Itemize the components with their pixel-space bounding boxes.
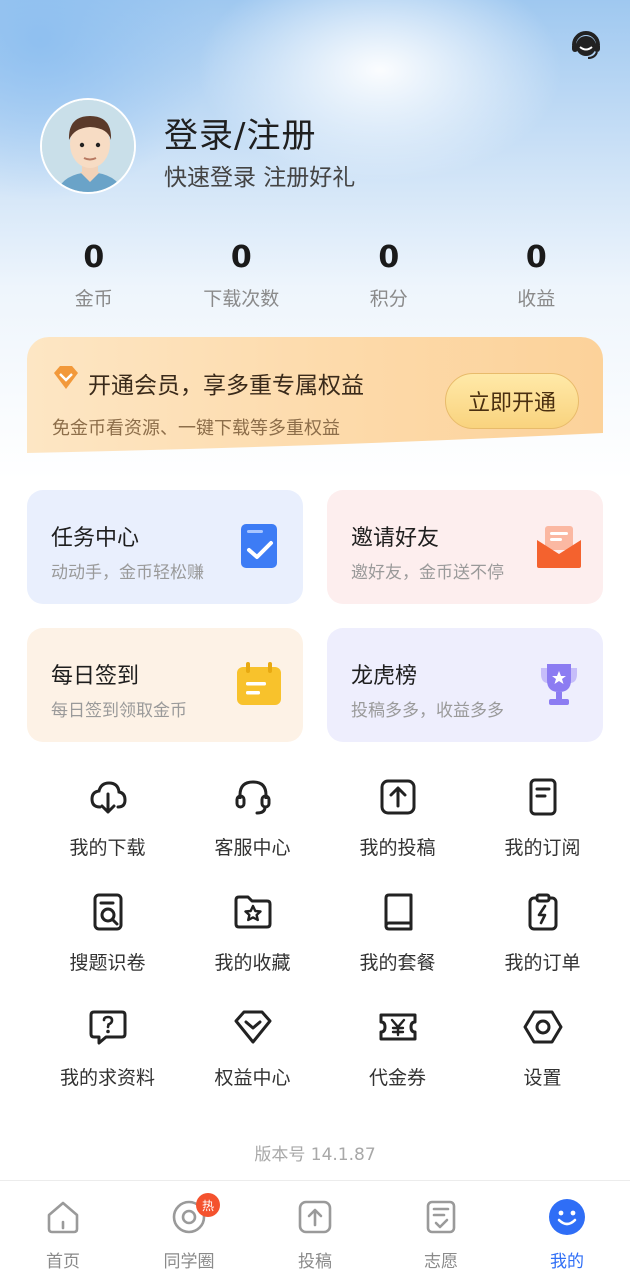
upload-icon xyxy=(380,779,415,815)
card-subtitle: 动动手，金币轻松赚 xyxy=(51,563,204,583)
tab-label: 投稿 xyxy=(298,1252,332,1272)
envelope-icon xyxy=(537,526,581,568)
stat-value: 0 xyxy=(525,240,547,275)
vip-subtitle: 免金币看资源、一键下载等多重权益 xyxy=(52,418,340,439)
stat-points[interactable]: 0 积分 xyxy=(315,240,463,311)
card-subtitle: 投稿多多，收益多多 xyxy=(351,701,504,721)
stat-earnings[interactable]: 0 收益 xyxy=(463,240,611,311)
login-title[interactable]: 登录/注册 xyxy=(164,108,316,157)
stat-value: 0 xyxy=(378,240,400,275)
menu-label: 我的套餐 xyxy=(359,952,436,974)
stat-downloads[interactable]: 0 下载次数 xyxy=(168,240,316,311)
menu-label: 我的订阅 xyxy=(504,837,581,859)
checklist-icon xyxy=(426,1200,456,1234)
card-title: 任务中心 xyxy=(51,526,140,551)
yen-ticket-icon xyxy=(379,1013,416,1041)
clipboard-bolt-icon xyxy=(528,893,557,931)
diamond-outline-icon xyxy=(234,1010,271,1044)
diamond-icon xyxy=(54,366,78,389)
menu-label: 我的收藏 xyxy=(214,952,291,974)
headset-icon xyxy=(235,780,270,815)
document-icon xyxy=(529,778,556,816)
menu-my-downloads[interactable]: 我的下载 xyxy=(35,775,180,860)
folder-star-icon xyxy=(234,895,271,929)
card-title: 龙虎榜 xyxy=(351,664,418,689)
doc-search-icon xyxy=(93,893,122,931)
cloud-download-icon xyxy=(89,781,127,814)
stat-label: 收益 xyxy=(517,288,556,310)
version-text: 版本号 14.1.87 xyxy=(254,1145,376,1165)
tab-home[interactable]: 首页 xyxy=(0,1181,126,1280)
trophy-icon xyxy=(541,664,577,705)
menu-label: 客服中心 xyxy=(214,837,291,859)
calendar-icon xyxy=(237,662,281,705)
tab-label: 同学圈 xyxy=(163,1252,215,1272)
card-subtitle: 邀好友，金币送不停 xyxy=(351,563,504,583)
card-title: 每日签到 xyxy=(51,664,140,689)
tab-mine[interactable]: 我的 xyxy=(504,1181,630,1280)
stat-coins[interactable]: 0 金币 xyxy=(20,240,168,311)
menu-label: 代金券 xyxy=(368,1067,426,1089)
menu-request-materials[interactable]: 我的求资料 xyxy=(35,1005,180,1090)
vip-title: 开通会员，享多重专属权益 xyxy=(88,373,364,399)
card-invite-friends[interactable]: 邀请好友 邀好友，金币送不停 xyxy=(327,490,603,604)
menu-my-submissions[interactable]: 我的投稿 xyxy=(325,775,470,860)
tab-submit[interactable]: 投稿 xyxy=(252,1181,378,1280)
menu-search-questions[interactable]: 搜题识卷 xyxy=(35,890,180,975)
settings-icon xyxy=(523,1010,562,1044)
menu-my-orders[interactable]: 我的订单 xyxy=(470,890,615,975)
tab-volunteer[interactable]: 志愿 xyxy=(378,1181,504,1280)
avatar-man-icon xyxy=(42,100,134,192)
menu-my-subscriptions[interactable]: 我的订阅 xyxy=(470,775,615,860)
login-subtitle: 快速登录 注册好礼 xyxy=(164,165,356,191)
card-daily-checkin[interactable]: 每日签到 每日签到领取金币 xyxy=(27,628,303,742)
tab-classmates[interactable]: 热 同学圈 xyxy=(126,1181,252,1280)
menu-label: 我的下载 xyxy=(69,837,146,859)
menu-label: 权益中心 xyxy=(214,1067,291,1089)
menu-grid: 我的下载 客服中心 我的投稿 我的订阅 搜题识卷 我的收藏 我的套餐 我的订单 … xyxy=(35,775,615,1090)
card-leaderboard[interactable]: 龙虎榜 投稿多多，收益多多 xyxy=(327,628,603,742)
stats-row: 0 金币 0 下载次数 0 积分 0 收益 xyxy=(20,240,610,311)
menu-label: 搜题识卷 xyxy=(69,952,146,974)
tab-label: 志愿 xyxy=(424,1252,458,1272)
tab-label: 首页 xyxy=(46,1252,80,1272)
support-button[interactable] xyxy=(568,26,604,62)
headset-icon xyxy=(572,31,600,59)
smile-icon xyxy=(549,1199,585,1235)
menu-settings[interactable]: 设置 xyxy=(470,1005,615,1090)
home-icon xyxy=(47,1201,79,1234)
tab-label: 我的 xyxy=(550,1252,584,1272)
menu-label: 设置 xyxy=(523,1067,562,1089)
menu-vouchers[interactable]: 代金券 xyxy=(325,1005,470,1090)
avatar[interactable] xyxy=(40,98,136,194)
menu-my-packages[interactable]: 我的套餐 xyxy=(325,890,470,975)
vip-open-button[interactable]: 立即开通 xyxy=(445,373,579,429)
menu-customer-service[interactable]: 客服中心 xyxy=(180,775,325,860)
task-check-icon xyxy=(241,524,277,568)
bottom-tab-bar: 首页 热 同学圈 投稿 志愿 我的 xyxy=(0,1180,630,1280)
menu-label: 我的订单 xyxy=(504,952,581,974)
stat-value: 0 xyxy=(230,240,252,275)
hot-badge: 热 xyxy=(196,1193,220,1217)
upload-square-icon xyxy=(298,1200,332,1234)
card-subtitle: 每日签到领取金币 xyxy=(51,701,187,721)
menu-benefits-center[interactable]: 权益中心 xyxy=(180,1005,325,1090)
stat-label: 下载次数 xyxy=(203,288,280,310)
menu-my-favorites[interactable]: 我的收藏 xyxy=(180,890,325,975)
stat-label: 积分 xyxy=(369,288,408,310)
menu-label: 我的求资料 xyxy=(59,1067,155,1089)
card-title: 邀请好友 xyxy=(351,526,440,551)
question-bubble-icon xyxy=(89,1010,126,1045)
card-task-center[interactable]: 任务中心 动动手，金币轻松赚 xyxy=(27,490,303,604)
stat-label: 金币 xyxy=(74,288,113,310)
menu-label: 我的投稿 xyxy=(359,837,436,859)
book-icon xyxy=(384,893,412,931)
stat-value: 0 xyxy=(83,240,105,275)
